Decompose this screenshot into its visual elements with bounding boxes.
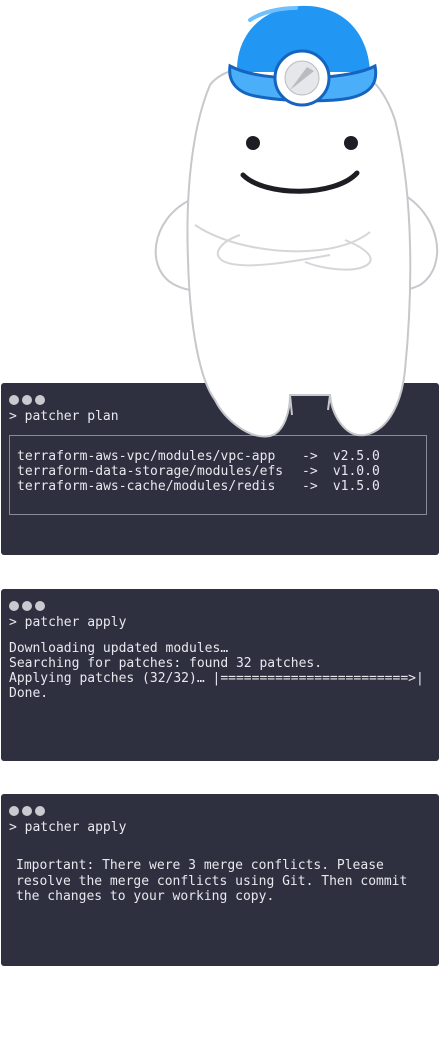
module-path: terraform-aws-cache/modules/redis (17, 479, 276, 494)
output-line: resolve the merge conflicts using Git. T… (16, 873, 408, 889)
command-line: > patcher apply (9, 820, 127, 835)
command-line: > patcher apply (9, 615, 127, 630)
output-line: the changes to your working copy. (16, 889, 275, 904)
module-path: terraform-data-storage/modules/efs (17, 464, 284, 479)
window-controls (9, 390, 48, 405)
plan-row: terraform-data-storage/modules/efs -> v1.… (17, 464, 380, 479)
window-controls (9, 596, 48, 611)
apply-output: Downloading updated modules… Searching f… (9, 641, 424, 701)
window-dot-close[interactable] (9, 395, 19, 405)
output-line: Searching for patches: found 32 patches. (9, 656, 323, 671)
module-version: v1.5.0 (332, 479, 380, 494)
output-line: Done. (9, 686, 49, 701)
command-line: > patcher plan (9, 409, 119, 424)
merge-conflict-message: Important: There were 3 merge conflicts.… (16, 858, 416, 905)
window-dot-maximize[interactable] (35, 395, 45, 405)
output-line: Important: There were 3 merge conflicts.… (16, 858, 384, 873)
arrow: -> (302, 449, 318, 464)
window-dot-maximize[interactable] (35, 601, 45, 611)
terminal-conflict-window: > patcher apply Important: There were 3 … (1, 794, 439, 966)
progress-line: Applying patches (32/32)… |=============… (9, 671, 424, 686)
terminal-apply-window: > patcher apply Downloading updated modu… (1, 589, 439, 761)
module-path: terraform-aws-vpc/modules/vpc-app (17, 449, 276, 464)
window-dot-maximize[interactable] (35, 806, 45, 816)
output-line: Downloading updated modules… (9, 641, 229, 656)
arrow: -> (302, 464, 318, 479)
arrow: -> (302, 479, 318, 494)
plan-row: terraform-aws-cache/modules/redis -> v1.5… (17, 479, 380, 494)
plan-output-box: terraform-aws-vpc/modules/vpc-app -> v2.5… (9, 435, 427, 515)
yeti-miner-mascot-icon (154, 5, 439, 438)
window-dot-minimize[interactable] (22, 395, 32, 405)
plan-row: terraform-aws-vpc/modules/vpc-app -> v2.5… (17, 449, 380, 464)
module-version: v1.0.0 (332, 464, 380, 479)
window-controls (9, 801, 48, 816)
window-dot-minimize[interactable] (22, 806, 32, 816)
module-version: v2.5.0 (332, 449, 380, 464)
window-dot-close[interactable] (9, 601, 19, 611)
window-dot-close[interactable] (9, 806, 19, 816)
window-dot-minimize[interactable] (22, 601, 32, 611)
